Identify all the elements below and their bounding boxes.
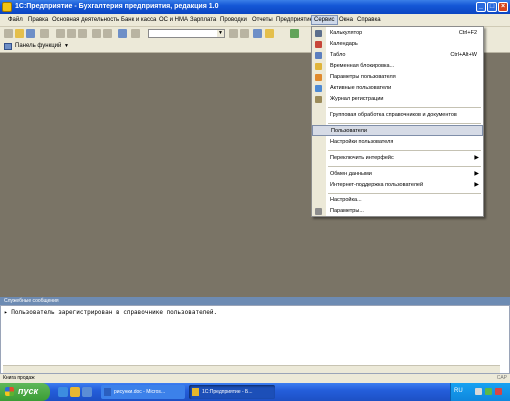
title-bar: 1С:Предприятие - Бухгалтерия предприятия… bbox=[0, 0, 510, 14]
undo-icon[interactable] bbox=[92, 29, 101, 38]
menu-item-active-users[interactable]: Активные пользователи bbox=[312, 83, 483, 94]
menu-separator bbox=[328, 107, 481, 108]
search-combo[interactable]: ▼ bbox=[148, 29, 225, 38]
word-icon bbox=[104, 388, 111, 396]
task-label: 1С:Предприятие - Б... bbox=[202, 389, 253, 395]
menu-item-setup[interactable]: Настройка... bbox=[312, 195, 483, 206]
table-icon[interactable] bbox=[290, 29, 299, 38]
submenu-arrow-icon: ▶ bbox=[474, 171, 479, 177]
wrench-icon bbox=[315, 208, 322, 215]
messages-header: Служебные сообщения bbox=[0, 297, 510, 305]
calculator-icon[interactable] bbox=[118, 29, 127, 38]
app-1c-icon bbox=[2, 2, 12, 12]
minimize-button[interactable]: _ bbox=[476, 2, 486, 12]
menu-item-switch-interface[interactable]: Переключить интерфейс ▶ bbox=[312, 153, 483, 164]
antivirus-icon[interactable] bbox=[485, 388, 492, 395]
chevron-down-icon[interactable]: ▼ bbox=[64, 43, 69, 49]
lock-icon bbox=[315, 63, 322, 70]
system-tray: RU bbox=[450, 383, 510, 401]
search-icon[interactable] bbox=[131, 29, 140, 38]
caps-indicator: CAP bbox=[496, 375, 507, 381]
menu-edit[interactable]: Правка bbox=[26, 16, 50, 24]
message-line: ▸ Пользователь зарегистрирован в справоч… bbox=[4, 309, 217, 316]
menu-item-log[interactable]: Журнал регистрации bbox=[312, 94, 483, 105]
menu-separator bbox=[328, 123, 481, 124]
menu-separator bbox=[328, 193, 481, 194]
maximize-button[interactable]: □ bbox=[487, 2, 497, 12]
desktop-icon[interactable] bbox=[82, 387, 92, 397]
network-icon[interactable] bbox=[475, 388, 482, 395]
menu-item-internet-support[interactable]: Интернет-поддержка пользователей ▶ bbox=[312, 180, 483, 191]
menu-item-users[interactable]: Пользователи bbox=[312, 125, 483, 136]
task-word[interactable]: рисунки.doc - Micros... bbox=[101, 385, 185, 399]
menu-separator bbox=[328, 150, 481, 151]
calculator-icon bbox=[315, 30, 322, 37]
log-icon bbox=[315, 96, 322, 103]
menu-item-parameters[interactable]: Параметры... bbox=[312, 206, 483, 217]
redo-icon[interactable] bbox=[103, 29, 112, 38]
print-icon[interactable] bbox=[40, 29, 49, 38]
board-icon bbox=[315, 52, 322, 59]
menu-separator bbox=[328, 166, 481, 167]
paste-icon[interactable] bbox=[78, 29, 87, 38]
copy-icon[interactable] bbox=[67, 29, 76, 38]
cut-icon[interactable] bbox=[56, 29, 65, 38]
menu-entries[interactable]: Проводки bbox=[218, 16, 249, 24]
function-panel-button[interactable]: Панель функций bbox=[15, 43, 61, 49]
menu-item-temp-lock[interactable]: Временная блокировка... bbox=[312, 61, 483, 72]
folder-icon[interactable] bbox=[265, 29, 274, 38]
calendar-icon bbox=[315, 41, 322, 48]
messages-panel: ▸ Пользователь зарегистрирован в справоч… bbox=[0, 305, 510, 374]
find-prev-icon[interactable] bbox=[240, 29, 249, 38]
language-indicator[interactable]: RU bbox=[454, 388, 463, 394]
menu-bank-cash[interactable]: Банк и касса bbox=[119, 16, 158, 24]
window-icon[interactable] bbox=[253, 29, 262, 38]
taskbar: пуск рисунки.doc - Micros... 1С:Предприя… bbox=[0, 383, 510, 401]
user-params-icon bbox=[315, 74, 322, 81]
explorer-icon[interactable] bbox=[70, 387, 80, 397]
find-next-icon[interactable] bbox=[229, 29, 238, 38]
submenu-arrow-icon: ▶ bbox=[474, 182, 479, 188]
submenu-arrow-icon: ▶ bbox=[474, 155, 479, 161]
window-title: 1С:Предприятие - Бухгалтерия предприятия… bbox=[15, 3, 219, 10]
menu-help[interactable]: Справка bbox=[355, 16, 383, 24]
service-menu-dropdown: Калькулятор Ctrl+F2 Календарь Табло Ctrl… bbox=[311, 26, 484, 217]
menu-salary[interactable]: Зарплата bbox=[188, 16, 218, 24]
menu-item-user-settings[interactable]: Настройки пользователя bbox=[312, 137, 483, 148]
menu-item-user-params[interactable]: Параметры пользователя bbox=[312, 72, 483, 83]
menu-windows[interactable]: Окна bbox=[337, 16, 355, 24]
menu-item-group-processing[interactable]: Групповая обработка справочников и докум… bbox=[312, 110, 483, 121]
panel-icon bbox=[4, 43, 12, 50]
task-1c[interactable]: 1С:Предприятие - Б... bbox=[189, 385, 275, 399]
windows-logo-icon bbox=[5, 387, 14, 396]
menu-enterprise[interactable]: Предприятие bbox=[274, 16, 315, 24]
menu-reports[interactable]: Отчеты bbox=[250, 16, 275, 24]
menu-item-board[interactable]: Табло Ctrl+Alt+W bbox=[312, 50, 483, 61]
active-users-icon bbox=[315, 85, 322, 92]
menu-item-calendar[interactable]: Календарь bbox=[312, 39, 483, 50]
ie-icon[interactable] bbox=[58, 387, 68, 397]
message-text: Пользователь зарегистрирован в справочни… bbox=[11, 309, 218, 316]
start-label: пуск bbox=[18, 386, 39, 396]
menu-item-calculator[interactable]: Калькулятор Ctrl+F2 bbox=[312, 28, 483, 39]
app-1c-icon bbox=[192, 388, 199, 396]
messages-scrollbar[interactable] bbox=[3, 365, 500, 373]
menu-fixed-assets[interactable]: ОС и НМА bbox=[157, 16, 190, 24]
new-document-icon[interactable] bbox=[4, 29, 13, 38]
security-icon[interactable] bbox=[495, 388, 502, 395]
status-bar: Книга продаж CAP bbox=[0, 374, 510, 383]
chevron-down-icon[interactable]: ▼ bbox=[217, 30, 224, 37]
close-button[interactable]: × bbox=[498, 2, 508, 12]
open-folder-icon[interactable] bbox=[15, 29, 24, 38]
status-text: Книга продаж bbox=[3, 375, 35, 381]
save-icon[interactable] bbox=[26, 29, 35, 38]
start-button[interactable]: пуск bbox=[0, 383, 50, 401]
menu-item-data-exchange[interactable]: Обмен данными ▶ bbox=[312, 169, 483, 180]
menu-file[interactable]: Файл bbox=[6, 16, 25, 24]
task-label: рисунки.doc - Micros... bbox=[114, 389, 166, 395]
menu-main-activity[interactable]: Основная деятельность bbox=[50, 16, 121, 24]
menu-service[interactable]: Сервис bbox=[311, 15, 338, 25]
